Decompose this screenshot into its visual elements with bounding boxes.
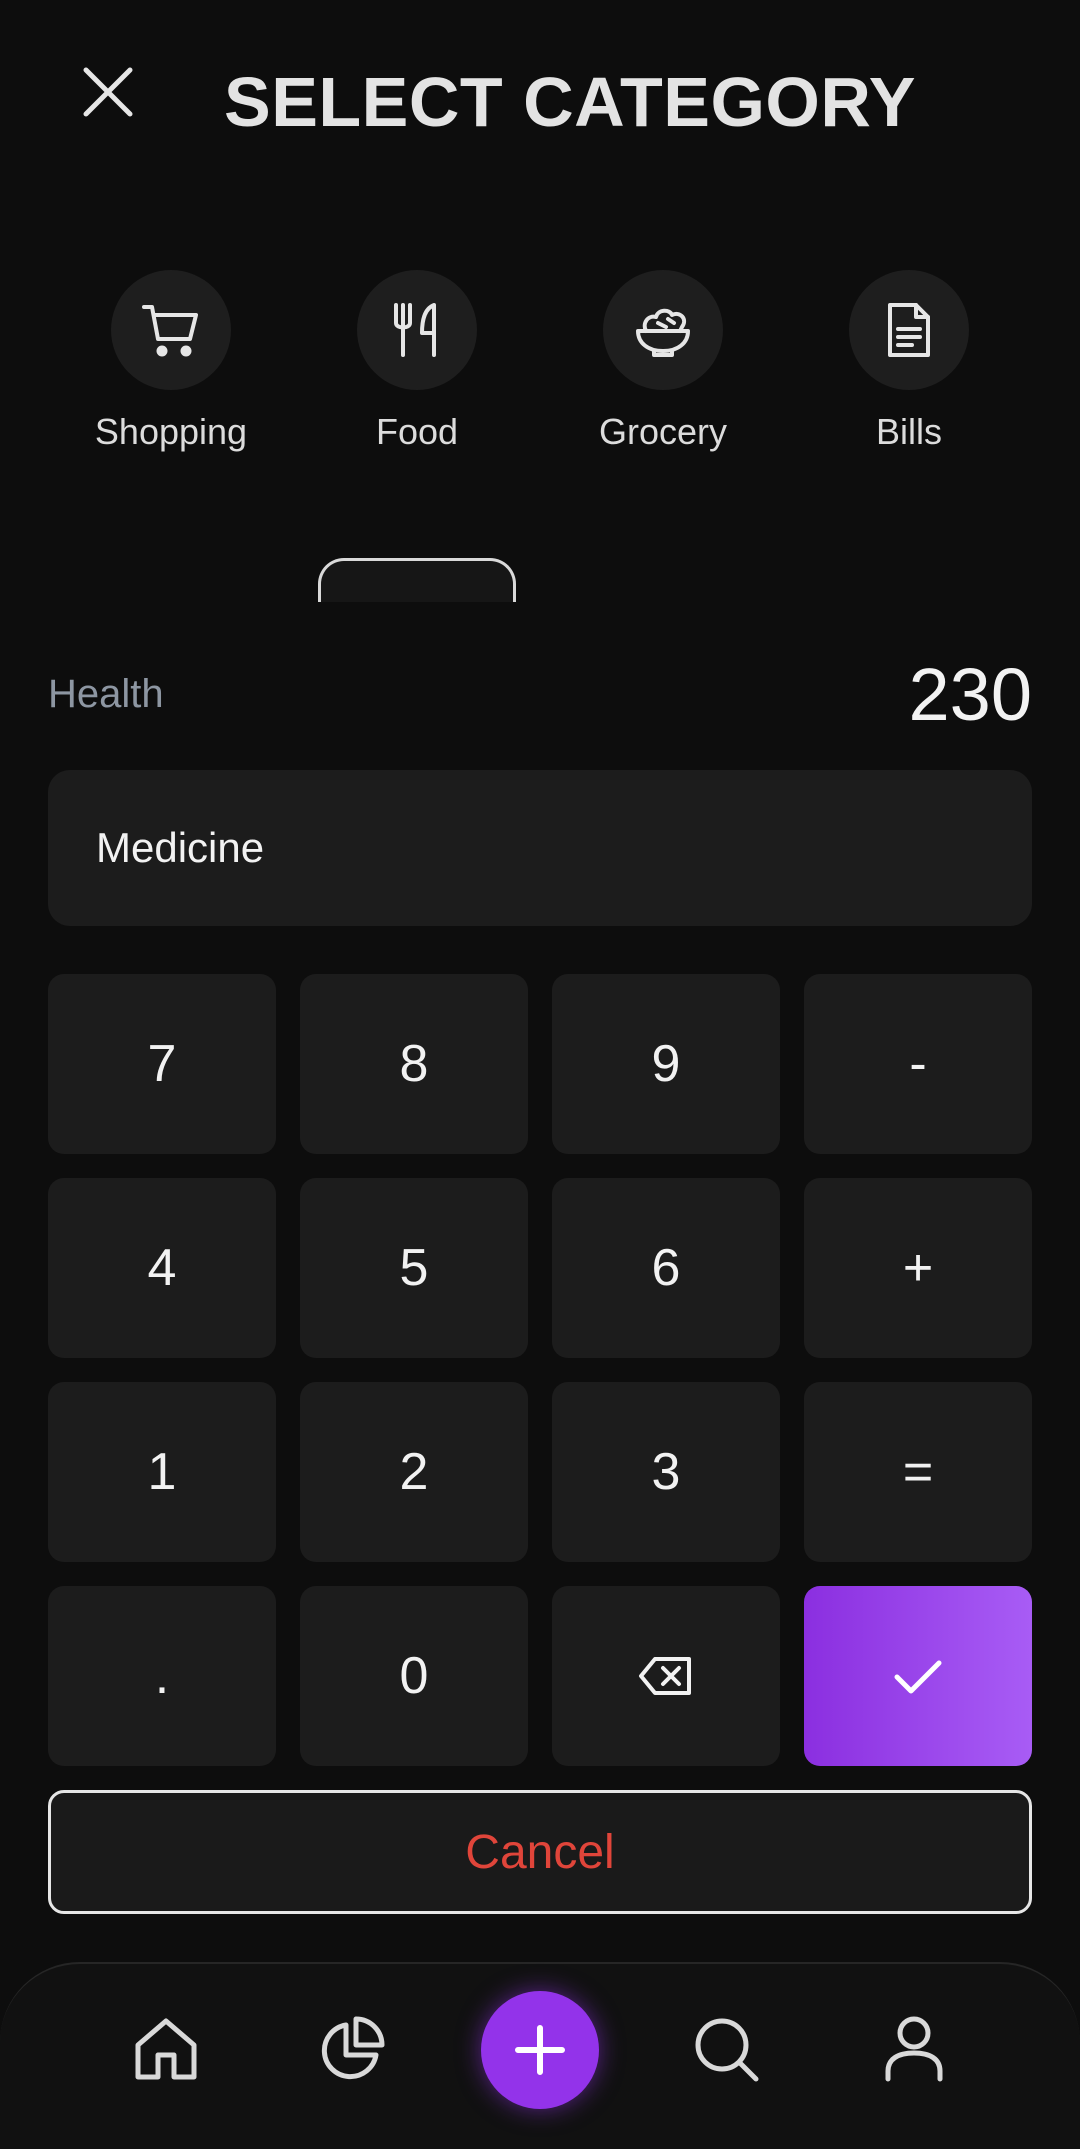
key-1[interactable]: 1 <box>48 1382 276 1562</box>
cancel-button[interactable]: Cancel <box>48 1790 1032 1914</box>
user-icon <box>885 2016 943 2082</box>
entry-summary: Health 230 <box>48 650 1032 740</box>
category-shopping[interactable]: Shopping <box>48 270 294 470</box>
home-icon <box>135 2018 197 2080</box>
key-2[interactable]: 2 <box>300 1382 528 1562</box>
check-icon <box>894 1660 942 1694</box>
note-field[interactable] <box>48 770 1032 926</box>
key-equals[interactable]: = <box>804 1382 1032 1562</box>
nav-stats[interactable] <box>312 2009 392 2089</box>
category-food[interactable]: Food <box>294 270 540 470</box>
key-9[interactable]: 9 <box>552 974 780 1154</box>
category-bills[interactable]: Bills <box>786 270 1032 470</box>
backspace-icon <box>639 1657 691 1695</box>
shopping-cart-icon <box>142 305 198 357</box>
key-6[interactable]: 6 <box>552 1178 780 1358</box>
bowl-icon <box>636 308 690 357</box>
key-8[interactable]: 8 <box>300 974 528 1154</box>
header: SELECT CATEGORY <box>0 0 1080 200</box>
key-minus[interactable]: - <box>804 974 1032 1154</box>
note-input[interactable] <box>96 824 1032 872</box>
confirm-button[interactable] <box>804 1586 1032 1766</box>
amount-display: 230 <box>908 653 1032 736</box>
category-icon-circle <box>357 270 477 390</box>
sheet-drag-handle[interactable] <box>318 558 516 602</box>
category-icon-circle <box>603 270 723 390</box>
plus-icon <box>515 2025 565 2075</box>
key-4[interactable]: 4 <box>48 1178 276 1358</box>
key-3[interactable]: 3 <box>552 1382 780 1562</box>
key-5[interactable]: 5 <box>300 1178 528 1358</box>
backspace-button[interactable] <box>552 1586 780 1766</box>
category-label: Bills <box>875 411 942 452</box>
bottom-nav <box>0 1962 1080 2149</box>
nav-home[interactable] <box>126 2009 206 2089</box>
category-label: Grocery <box>598 411 728 452</box>
page-title: SELECT CATEGORY <box>224 63 916 141</box>
nav-profile[interactable] <box>874 2009 954 2089</box>
category-label: Food <box>375 411 459 452</box>
key-7[interactable]: 7 <box>48 974 276 1154</box>
fork-knife-icon <box>394 303 436 357</box>
key-plus[interactable]: + <box>804 1178 1032 1358</box>
category-label: Shopping <box>94 411 248 452</box>
close-icon <box>83 67 133 117</box>
document-icon <box>888 303 930 357</box>
close-button[interactable] <box>78 62 138 122</box>
key-decimal[interactable]: . <box>48 1586 276 1766</box>
category-icon-circle <box>111 270 231 390</box>
pie-chart-icon <box>321 2016 385 2080</box>
selected-category-label: Health <box>48 672 164 716</box>
add-transaction-button[interactable] <box>481 1991 599 2109</box>
key-0[interactable]: 0 <box>300 1586 528 1766</box>
category-list: Shopping Food Grocery Bills <box>0 270 1080 470</box>
category-icon-circle <box>849 270 969 390</box>
search-icon <box>695 2018 759 2082</box>
category-grocery[interactable]: Grocery <box>540 270 786 470</box>
nav-search[interactable] <box>686 2009 766 2089</box>
